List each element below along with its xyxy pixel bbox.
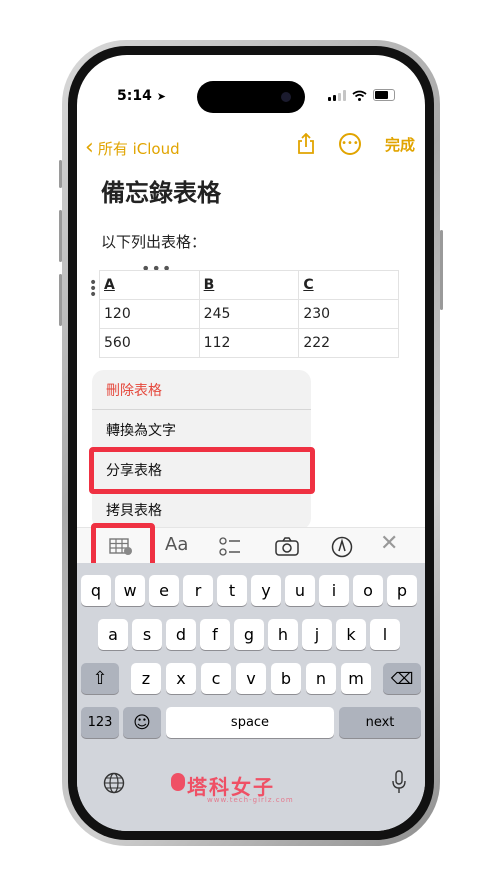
table-cell[interactable]: 230 [298, 299, 399, 329]
delete-icon: ⌫ [390, 669, 414, 688]
location-arrow-icon: ➤ [156, 90, 166, 103]
globe-icon[interactable] [103, 772, 125, 794]
table-cell[interactable]: 560 [99, 328, 200, 358]
key-o[interactable]: o [353, 575, 383, 606]
key-a[interactable]: a [98, 619, 128, 650]
key-u[interactable]: u [285, 575, 315, 606]
emoji-icon: ☺ [133, 712, 151, 733]
key-y[interactable]: y [251, 575, 281, 606]
note-title[interactable]: 備忘錄表格 [101, 173, 221, 208]
power-button [440, 230, 443, 310]
key-x[interactable]: x [166, 663, 196, 694]
brand-logo-icon [171, 773, 185, 791]
status-time: 5:14 ➤ [117, 88, 166, 104]
shift-icon: ⇧ [92, 668, 108, 689]
key-r[interactable]: r [183, 575, 213, 606]
share-table-highlight [89, 447, 315, 494]
key-h[interactable]: h [268, 619, 298, 650]
shift-key[interactable]: ⇧ [81, 663, 119, 694]
mute-switch [59, 160, 62, 188]
key-b[interactable]: b [271, 663, 301, 694]
checklist-icon[interactable] [219, 537, 241, 557]
space-key[interactable]: space [166, 707, 334, 738]
table-header-cell[interactable]: A [99, 270, 200, 300]
table-header-cell[interactable]: C [298, 270, 399, 300]
key-d[interactable]: d [166, 619, 196, 650]
wifi-icon [352, 90, 367, 101]
microphone-icon[interactable] [391, 770, 407, 794]
nav-actions: ••• 完成 [297, 133, 415, 155]
table-cell[interactable]: 112 [198, 328, 300, 358]
delete-table-item[interactable]: 刪除表格 [92, 370, 311, 410]
markup-pen-icon[interactable] [331, 536, 353, 558]
table-cell[interactable]: 120 [99, 299, 200, 329]
row-handle-icon[interactable]: • • • [89, 276, 97, 302]
emoji-key[interactable]: ☺ [123, 707, 161, 738]
volume-up-button [59, 210, 62, 262]
convert-to-text-item[interactable]: 轉換為文字 [92, 410, 311, 450]
camera-icon[interactable] [275, 537, 299, 556]
key-i[interactable]: i [319, 575, 349, 606]
close-icon[interactable]: ✕ [380, 531, 398, 556]
note-table[interactable]: A B C 120 245 230 560 112 222 [99, 270, 399, 358]
volume-down-button [59, 274, 62, 326]
next-key[interactable]: next [339, 707, 421, 738]
numbers-key[interactable]: 123 [81, 707, 119, 738]
watermark-url: www.tech-girlz.com [207, 796, 294, 804]
screen: 5:14 ➤ ‹ 所有 iCloud ••• 完成 備忘錄表格 以下列出表格： … [77, 55, 425, 831]
key-m[interactable]: m [341, 663, 371, 694]
back-button[interactable]: ‹ 所有 iCloud [85, 137, 180, 159]
signal-icon [328, 89, 346, 101]
table-cell[interactable]: 222 [298, 328, 399, 358]
table-row: 120 245 230 [99, 299, 399, 329]
key-n[interactable]: n [306, 663, 336, 694]
chevron-left-icon: ‹ [85, 135, 94, 160]
more-icon[interactable]: ••• [338, 133, 361, 155]
table-row: 560 112 222 [99, 328, 399, 358]
text-format-icon[interactable]: Aa [165, 534, 188, 555]
table-cell[interactable]: 245 [198, 299, 300, 329]
key-v[interactable]: v [236, 663, 266, 694]
key-j[interactable]: j [302, 619, 332, 650]
key-z[interactable]: z [131, 663, 161, 694]
dynamic-island [197, 81, 305, 113]
table-header-cell[interactable]: B [198, 270, 300, 300]
key-w[interactable]: w [115, 575, 145, 606]
camera-lens [281, 92, 291, 102]
key-f[interactable]: f [200, 619, 230, 650]
key-s[interactable]: s [132, 619, 162, 650]
share-icon[interactable] [297, 133, 315, 155]
done-button[interactable]: 完成 [385, 134, 415, 155]
key-g[interactable]: g [234, 619, 264, 650]
status-icons [328, 89, 395, 101]
key-l[interactable]: l [370, 619, 400, 650]
delete-key[interactable]: ⌫ [383, 663, 421, 694]
key-q[interactable]: q [81, 575, 111, 606]
key-p[interactable]: p [387, 575, 417, 606]
key-e[interactable]: e [149, 575, 179, 606]
note-subtitle[interactable]: 以下列出表格： [101, 231, 206, 252]
key-c[interactable]: c [201, 663, 231, 694]
key-t[interactable]: t [217, 575, 247, 606]
phone-frame: 5:14 ➤ ‹ 所有 iCloud ••• 完成 備忘錄表格 以下列出表格： … [59, 40, 443, 846]
battery-icon [373, 89, 395, 101]
key-k[interactable]: k [336, 619, 366, 650]
table-row: A B C [99, 270, 399, 300]
